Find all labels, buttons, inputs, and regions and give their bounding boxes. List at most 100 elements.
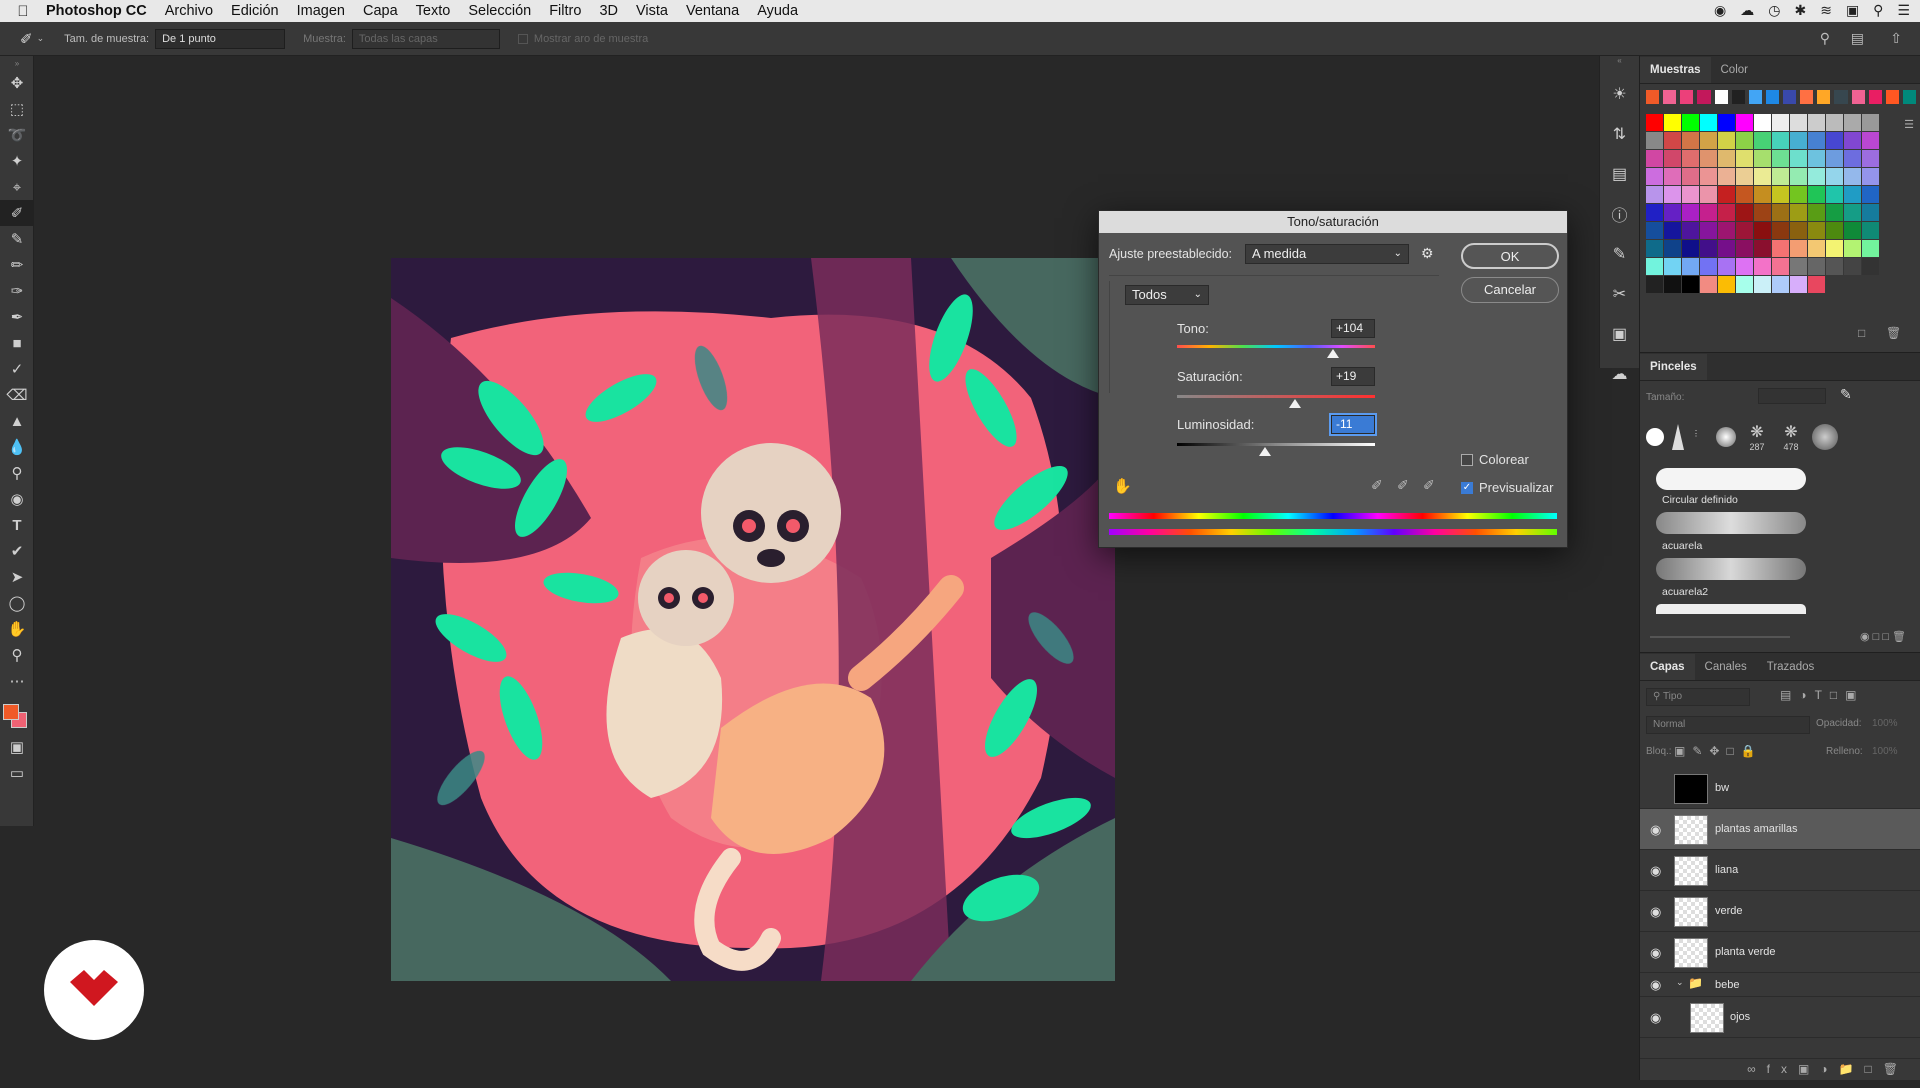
- color-swatch[interactable]: [1700, 186, 1717, 203]
- eye-icon[interactable]: ◉: [1650, 822, 1668, 838]
- color-swatch[interactable]: [1862, 150, 1879, 167]
- clone-stamp-icon[interactable]: ■: [0, 330, 34, 356]
- color-swatch[interactable]: [1748, 90, 1762, 104]
- color-swatch[interactable]: [1754, 132, 1771, 149]
- color-swatch[interactable]: [1682, 132, 1699, 149]
- color-swatch[interactable]: [1834, 90, 1848, 104]
- opacity-value[interactable]: 100%: [1872, 718, 1898, 729]
- color-swatch[interactable]: [1736, 204, 1753, 221]
- color-swatch[interactable]: [1808, 186, 1825, 203]
- brush-zoom-slider[interactable]: [1650, 636, 1790, 638]
- color-swatch[interactable]: [1718, 240, 1735, 257]
- show-ring-checkbox[interactable]: [517, 33, 528, 44]
- color-swatch[interactable]: [1772, 150, 1789, 167]
- color-swatch[interactable]: [1700, 222, 1717, 239]
- color-replace-icon[interactable]: ✑: [0, 278, 34, 304]
- color-swatch[interactable]: [1754, 168, 1771, 185]
- hue-value[interactable]: +104: [1331, 319, 1375, 338]
- color-swatch[interactable]: [1790, 240, 1807, 257]
- zoom-tool-icon[interactable]: ⚲: [0, 642, 34, 668]
- hand-tool-icon[interactable]: ✋: [0, 616, 34, 642]
- color-swatch[interactable]: [1646, 150, 1663, 167]
- color-swatch[interactable]: [1682, 240, 1699, 257]
- tab-color[interactable]: Color: [1711, 57, 1758, 83]
- move-tool-icon[interactable]: ✥: [0, 70, 34, 96]
- color-swatches[interactable]: [0, 694, 34, 734]
- color-swatch[interactable]: [1862, 240, 1879, 257]
- path-selection-icon[interactable]: ➤: [0, 564, 34, 590]
- brush-name[interactable]: acuarela2: [1662, 586, 1708, 598]
- color-swatch[interactable]: [1790, 168, 1807, 185]
- color-swatch[interactable]: [1700, 276, 1717, 293]
- color-swatch[interactable]: [1718, 222, 1735, 239]
- color-swatch[interactable]: [1754, 258, 1771, 275]
- color-swatch[interactable]: [1808, 114, 1825, 131]
- textured-brush-icon[interactable]: [1812, 424, 1838, 450]
- preview-checkbox[interactable]: ✓: [1461, 482, 1473, 494]
- targeted-adjust-hand-icon[interactable]: ✋: [1113, 477, 1132, 495]
- lightness-slider-track[interactable]: [1177, 443, 1375, 446]
- color-swatch[interactable]: [1700, 114, 1717, 131]
- layer-row[interactable]: ◉ planta verde: [1640, 932, 1920, 973]
- ok-button[interactable]: OK: [1461, 243, 1559, 269]
- color-swatch[interactable]: [1664, 168, 1681, 185]
- color-swatch[interactable]: [1663, 90, 1677, 104]
- menu-archivo[interactable]: Archivo: [165, 3, 213, 19]
- color-swatch[interactable]: [1826, 168, 1843, 185]
- color-swatch[interactable]: [1731, 90, 1745, 104]
- artwork-image[interactable]: [391, 258, 1115, 981]
- app-name[interactable]: Photoshop CC: [46, 3, 147, 19]
- color-swatch[interactable]: [1790, 222, 1807, 239]
- color-swatch[interactable]: [1718, 132, 1735, 149]
- color-swatch[interactable]: [1646, 90, 1660, 104]
- lightness-value[interactable]: -11: [1331, 415, 1375, 434]
- eyedropper-plus-icon[interactable]: ✐: [1397, 477, 1409, 494]
- color-swatch[interactable]: [1772, 222, 1789, 239]
- screen-mode-icon[interactable]: ▭: [0, 760, 34, 786]
- color-swatch[interactable]: [1682, 168, 1699, 185]
- hue-slider-track[interactable]: [1177, 345, 1375, 348]
- chevron-down-icon[interactable]: ⌄: [37, 33, 45, 44]
- menu-3d[interactable]: 3D: [599, 3, 618, 19]
- color-swatch[interactable]: [1736, 114, 1753, 131]
- foreground-color[interactable]: [3, 704, 19, 720]
- pencil-tool-icon[interactable]: ✏: [0, 252, 34, 278]
- color-swatch[interactable]: [1808, 132, 1825, 149]
- color-swatch[interactable]: [1862, 222, 1879, 239]
- saturation-slider-track[interactable]: [1177, 395, 1375, 398]
- color-swatch[interactable]: [1700, 168, 1717, 185]
- brush-settings-icon[interactable]: ✎: [1600, 234, 1639, 274]
- color-swatch[interactable]: [1844, 204, 1861, 221]
- color-swatch[interactable]: [1817, 90, 1831, 104]
- color-swatch[interactable]: [1680, 90, 1694, 104]
- type-tool-icon[interactable]: T: [0, 512, 34, 538]
- color-swatch[interactable]: [1902, 90, 1916, 104]
- color-swatch[interactable]: [1736, 186, 1753, 203]
- eye-icon[interactable]: ◉: [1650, 1010, 1668, 1026]
- color-swatch[interactable]: [1844, 168, 1861, 185]
- menu-imagen[interactable]: Imagen: [297, 3, 345, 19]
- brush-dots-icon[interactable]: ⋮: [1692, 429, 1708, 445]
- color-swatch[interactable]: [1682, 222, 1699, 239]
- panel-menu-icon[interactable]: ☰: [1904, 118, 1914, 131]
- color-swatch[interactable]: [1790, 114, 1807, 131]
- color-swatch[interactable]: [1646, 276, 1663, 293]
- color-swatch[interactable]: [1844, 150, 1861, 167]
- color-swatch[interactable]: [1826, 222, 1843, 239]
- color-swatch[interactable]: [1736, 222, 1753, 239]
- color-swatch[interactable]: [1826, 186, 1843, 203]
- color-swatch[interactable]: [1772, 132, 1789, 149]
- eyedropper-icon[interactable]: ✐: [1371, 477, 1383, 494]
- color-swatch[interactable]: [1664, 204, 1681, 221]
- color-swatch[interactable]: [1682, 114, 1699, 131]
- layer-filter-input[interactable]: ⚲ Tipo: [1646, 688, 1750, 706]
- record-icon[interactable]: ◉: [1714, 2, 1726, 19]
- libraries-icon[interactable]: ☁: [1600, 354, 1639, 394]
- color-swatch[interactable]: [1800, 90, 1814, 104]
- color-swatch[interactable]: [1682, 150, 1699, 167]
- color-swatch[interactable]: [1646, 222, 1663, 239]
- color-swatch[interactable]: [1700, 204, 1717, 221]
- color-swatch[interactable]: [1790, 258, 1807, 275]
- color-swatch[interactable]: [1736, 240, 1753, 257]
- info-icon[interactable]: ⓘ: [1600, 194, 1639, 234]
